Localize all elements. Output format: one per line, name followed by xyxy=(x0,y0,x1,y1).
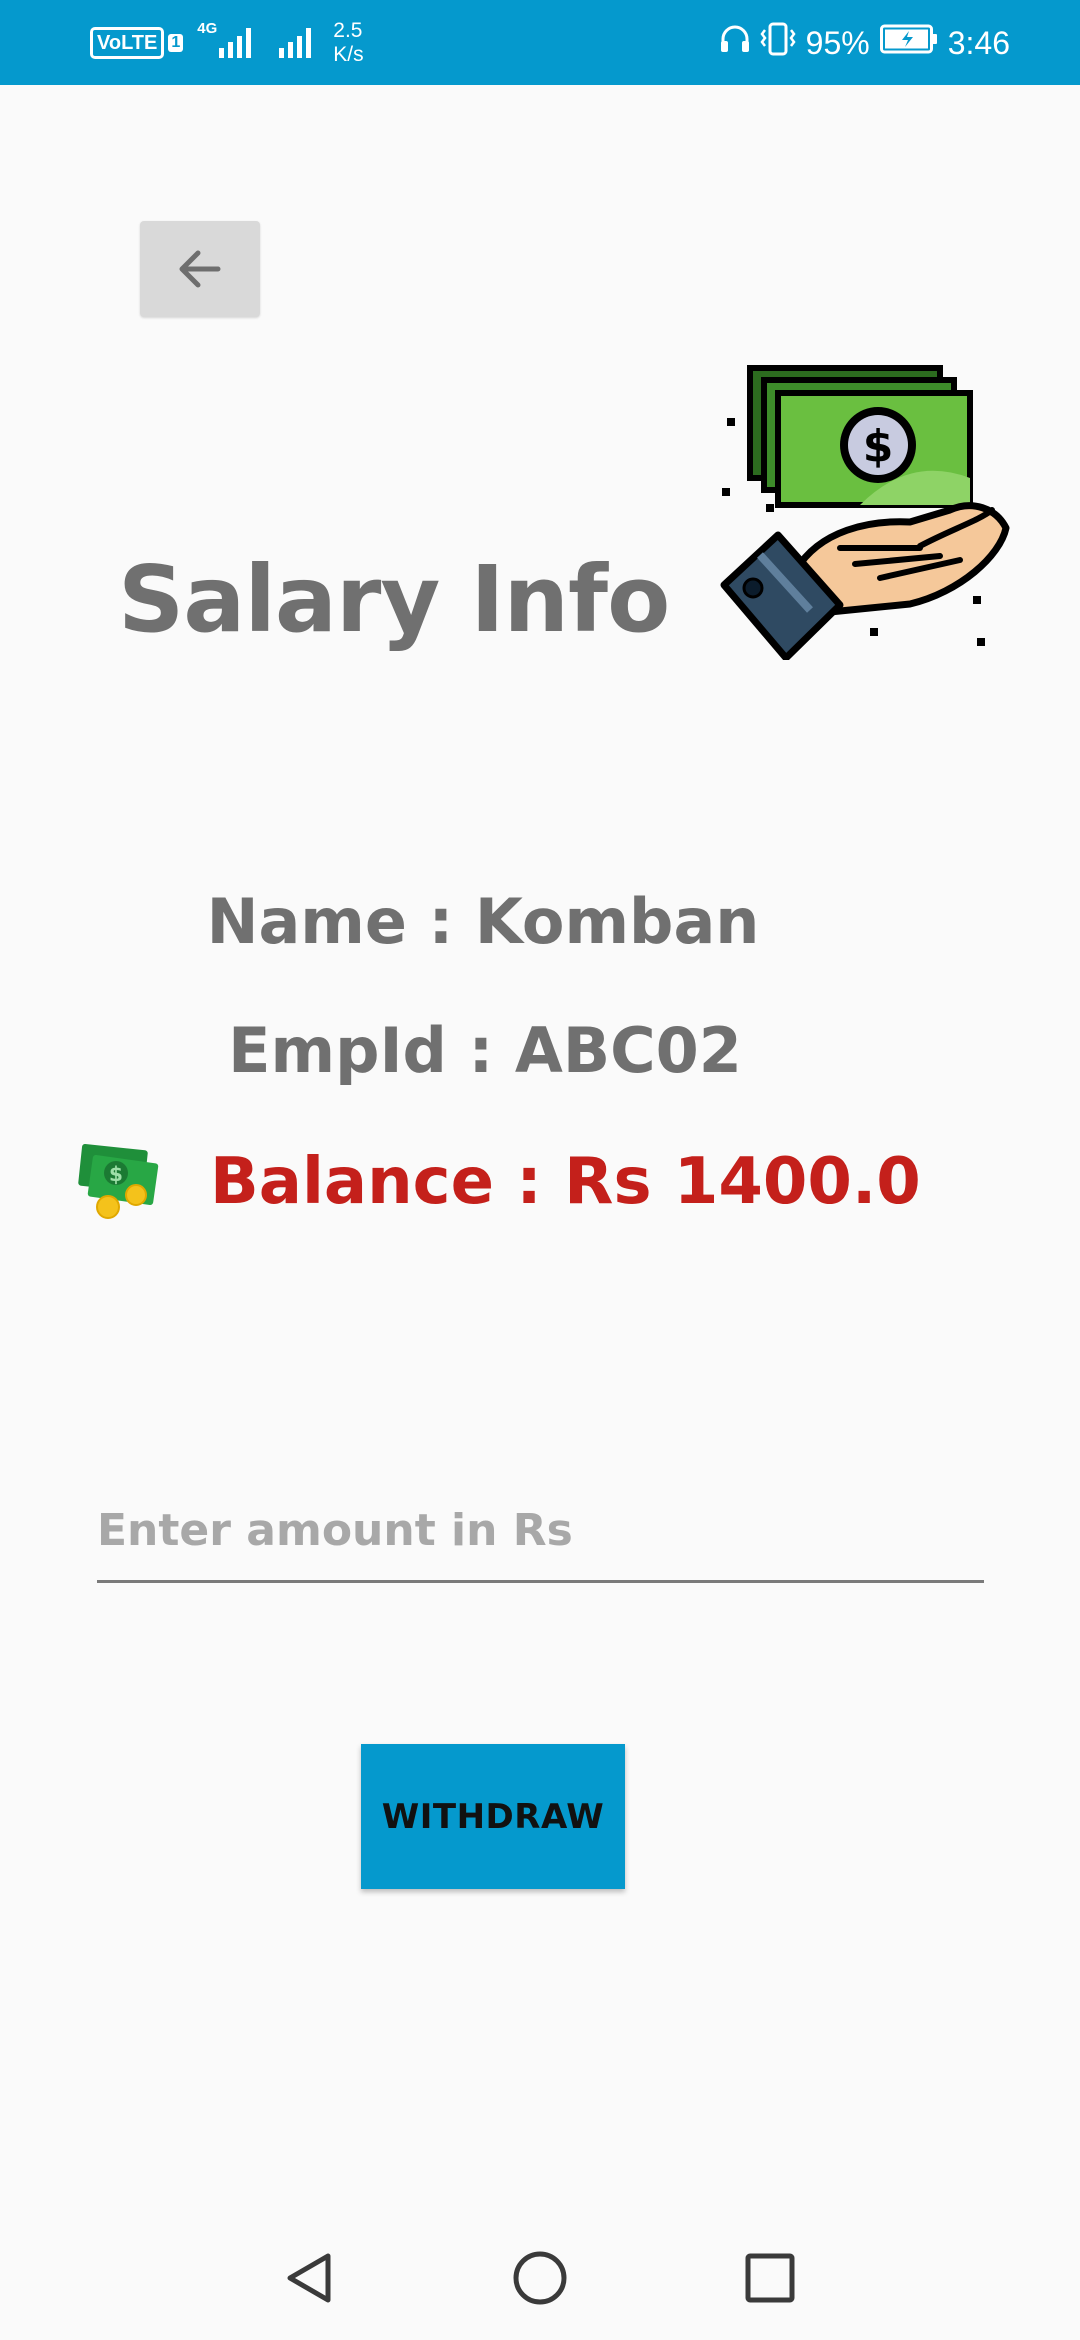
withdraw-button[interactable]: WITHDRAW xyxy=(361,1744,625,1889)
employee-name: Name : Komban xyxy=(206,885,760,958)
volte-badge: VoLTE xyxy=(90,27,165,59)
network-speed-value: 2.5 xyxy=(333,19,363,42)
salary-info-screen: VoLTE 1 4G 2.5 K/s 95% 3:46 Salary Info … xyxy=(0,0,1080,2340)
signal-strength-sim2-icon xyxy=(279,28,312,58)
status-bar-left: VoLTE 1 4G 2.5 K/s xyxy=(90,14,364,72)
amount-input[interactable] xyxy=(97,1480,984,1583)
svg-text:$: $ xyxy=(109,1162,123,1186)
cash-icon: $ xyxy=(78,1143,159,1219)
arrow-left-icon xyxy=(179,250,221,288)
page-title: Salary Info xyxy=(118,546,670,653)
headphone-icon xyxy=(718,22,752,64)
balance-text: Balance : Rs 1400.0 xyxy=(210,1145,921,1219)
status-bar: VoLTE 1 4G 2.5 K/s 95% 3:46 xyxy=(0,0,1080,85)
nav-back-icon xyxy=(287,2253,331,2303)
system-nav-bar xyxy=(0,2218,1080,2340)
nav-back-button[interactable] xyxy=(280,2248,340,2308)
svg-text:$: $ xyxy=(863,421,894,472)
status-bar-right: 95% 3:46 xyxy=(718,14,1010,72)
battery-percent: 95% xyxy=(805,24,870,61)
nav-home-icon xyxy=(513,2251,567,2305)
employee-id: EmpId : ABC02 xyxy=(228,1014,742,1087)
network-type-label: 4G xyxy=(197,20,218,37)
sim-slot-label: 1 xyxy=(168,34,184,52)
nav-home-button[interactable] xyxy=(510,2248,570,2308)
status-clock: 3:46 xyxy=(947,24,1010,61)
network-speed-unit: K/s xyxy=(333,43,364,66)
money-hand-icon: $ xyxy=(720,365,1010,660)
nav-recents-icon xyxy=(745,2253,795,2303)
battery-icon xyxy=(879,24,938,62)
nav-recents-button[interactable] xyxy=(740,2248,800,2308)
network-speed: 2.5 K/s xyxy=(333,19,363,67)
signal-strength-icon xyxy=(219,28,252,58)
vibrate-icon xyxy=(758,21,798,65)
back-button[interactable] xyxy=(140,221,260,317)
